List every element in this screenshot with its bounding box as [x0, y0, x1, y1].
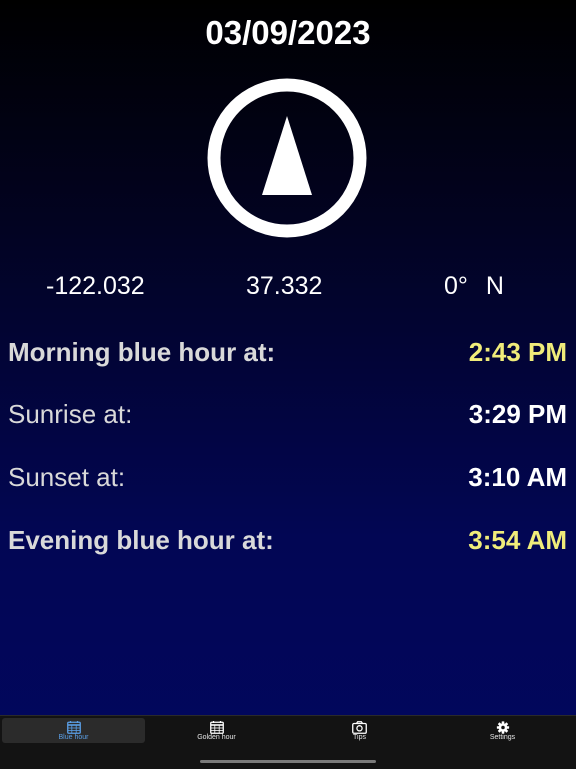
heading-direction: N	[485, 272, 504, 300]
morning-blue-hour-row: Morning blue hour at: 2:43 PM	[8, 335, 567, 369]
evening-blue-hour-row: Evening blue hour at: 3:54 AM	[8, 523, 567, 557]
tab-golden-hour-label: Golden hour	[197, 734, 236, 741]
compass-needle	[262, 116, 312, 195]
sunset-time: 3:10 AM	[468, 461, 567, 492]
heading-readout: 0° N	[444, 272, 504, 301]
morning-blue-hour-time: 2:43 PM	[468, 336, 567, 367]
calendar-icon	[209, 721, 224, 734]
tab-golden-hour[interactable]: Golden hour	[145, 718, 288, 743]
tab-blue-hour[interactable]: Blue hour	[2, 718, 145, 743]
heading-degrees: 0°	[444, 272, 468, 300]
home-indicator	[200, 760, 376, 763]
morning-blue-hour-label: Morning blue hour at:	[8, 336, 276, 367]
tab-tips-label: Tips	[353, 734, 366, 741]
tab-settings-label: Settings	[489, 734, 516, 741]
sunrise-time: 3:29 PM	[468, 398, 567, 429]
tab-blue-hour-label: Blue hour	[58, 734, 89, 741]
gear-icon	[496, 721, 509, 734]
sunrise-row: Sunrise at: 3:29 PM	[8, 397, 567, 431]
camera-icon	[352, 721, 367, 734]
compass-icon	[207, 78, 367, 238]
evening-blue-hour-label: Evening blue hour at:	[8, 524, 274, 555]
longitude-value: -122.032	[46, 272, 145, 300]
tab-settings[interactable]: Settings	[431, 718, 574, 743]
latitude-value: 37.332	[246, 272, 323, 300]
calendar-icon	[66, 721, 81, 734]
date-title: 03/09/2023	[205, 14, 371, 51]
evening-blue-hour-time: 3:54 AM	[468, 524, 567, 555]
sunset-row: Sunset at: 3:10 AM	[8, 460, 567, 494]
sunset-label: Sunset at:	[8, 461, 126, 492]
tab-tips[interactable]: Tips	[288, 718, 431, 743]
sunrise-label: Sunrise at:	[8, 398, 133, 429]
